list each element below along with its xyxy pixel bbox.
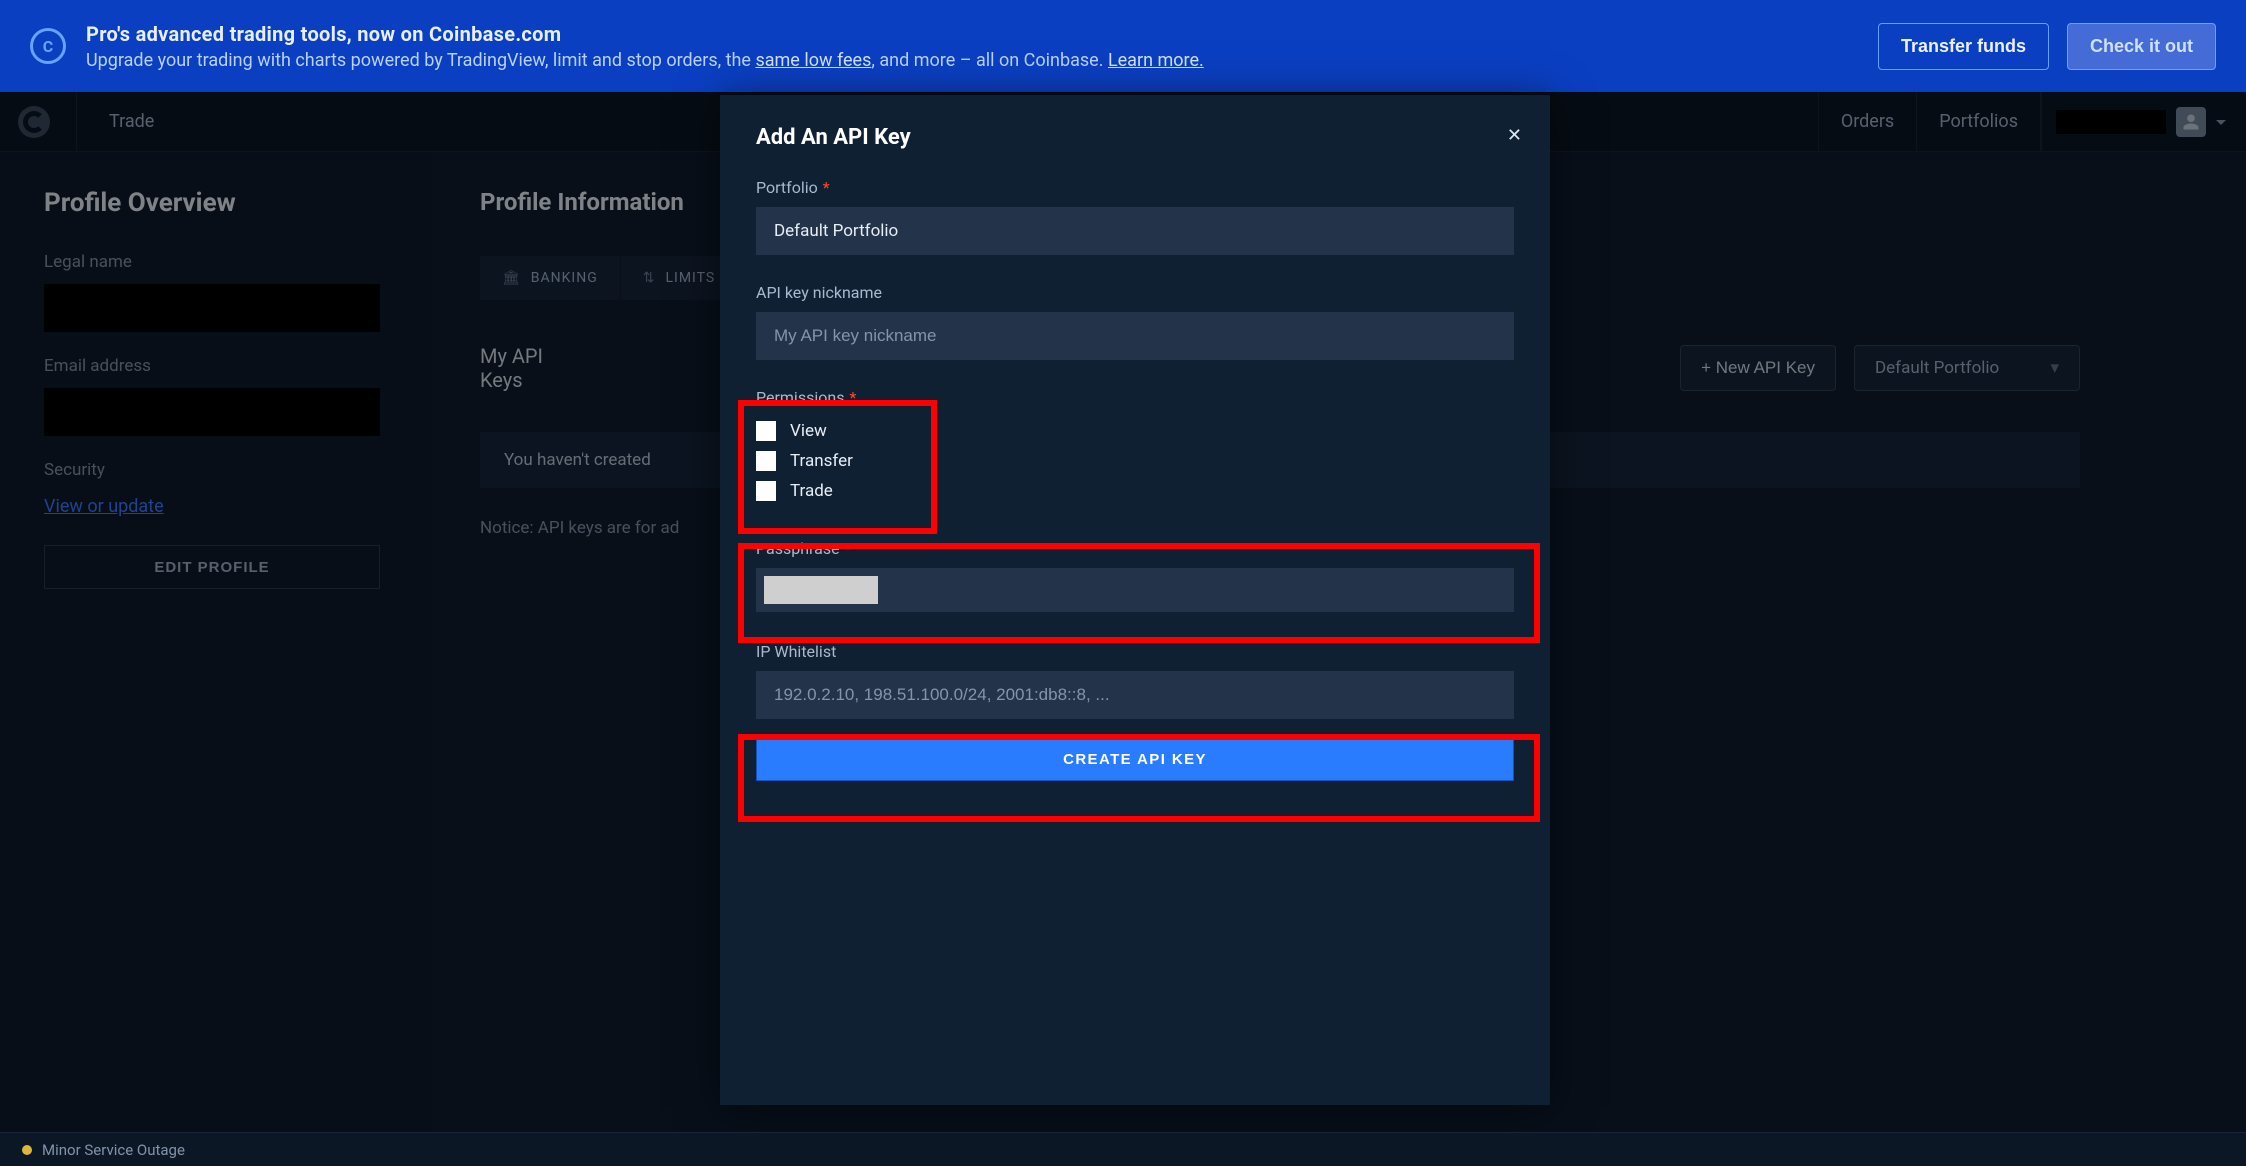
passphrase-redacted (764, 576, 878, 604)
add-api-key-modal: Add An API Key ✕ Portfolio* Default Port… (720, 95, 1550, 1105)
nickname-label: API key nickname (756, 283, 1514, 302)
permission-trade[interactable]: Trade (756, 481, 1514, 501)
permission-view[interactable]: View (756, 421, 1514, 441)
promo-subtitle: Upgrade your trading with charts powered… (86, 50, 1204, 71)
status-dot-icon (22, 1145, 32, 1155)
permission-transfer[interactable]: Transfer (756, 451, 1514, 471)
create-api-key-button[interactable]: CREATE API KEY (756, 737, 1514, 781)
permissions-group: View Transfer Trade (756, 417, 1514, 505)
modal-title: Add An API Key (756, 125, 1514, 150)
status-text: Minor Service Outage (42, 1141, 185, 1159)
modal-close-button[interactable]: ✕ (1507, 125, 1522, 146)
permissions-label: Permissions* (756, 388, 1514, 407)
checkbox-icon[interactable] (756, 451, 776, 471)
nickname-input[interactable] (756, 312, 1514, 360)
status-footer: Minor Service Outage (0, 1132, 2246, 1166)
passphrase-label: Passphrase* (756, 539, 1514, 558)
promo-learn-more-link[interactable]: Learn more. (1108, 50, 1204, 71)
portfolio-label: Portfolio* (756, 178, 1514, 197)
checkbox-icon[interactable] (756, 421, 776, 441)
ip-whitelist-input[interactable] (756, 671, 1514, 719)
portfolio-field[interactable]: Default Portfolio (756, 207, 1514, 255)
promo-same-low-fees-link[interactable]: same low fees (755, 50, 871, 71)
promo-banner: C Pro's advanced trading tools, now on C… (0, 0, 2246, 92)
promo-title: Pro's advanced trading tools, now on Coi… (86, 22, 1204, 46)
passphrase-input[interactable] (756, 568, 1514, 612)
check-it-out-button[interactable]: Check it out (2067, 23, 2216, 70)
transfer-funds-button[interactable]: Transfer funds (1878, 23, 2049, 70)
coinbase-circle-icon: C (30, 28, 66, 64)
checkbox-icon[interactable] (756, 481, 776, 501)
ip-whitelist-label: IP Whitelist (756, 642, 1514, 661)
